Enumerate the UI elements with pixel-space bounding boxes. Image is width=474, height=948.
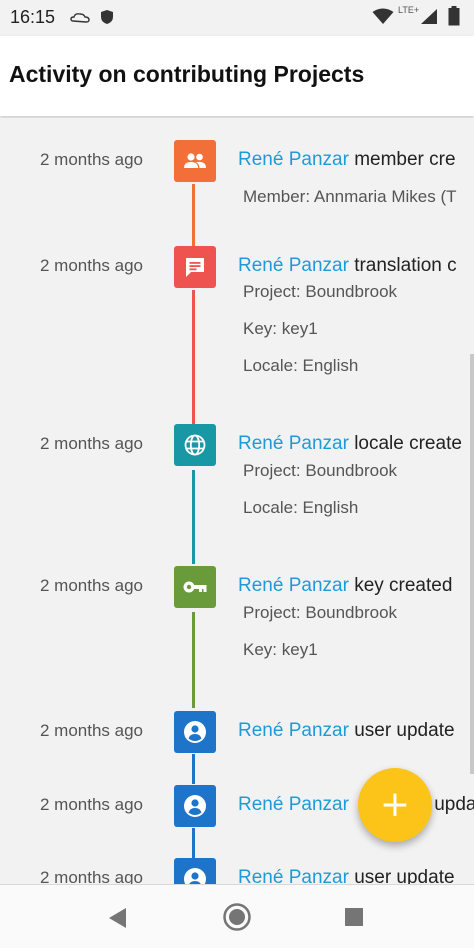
timeline-connector — [192, 754, 195, 784]
user-link[interactable]: René Panzar — [238, 433, 349, 454]
globe-icon — [174, 424, 216, 466]
user-link[interactable]: René Panzar — [238, 720, 349, 741]
account-icon — [174, 858, 216, 884]
activity-action: member cre — [354, 149, 456, 170]
people-icon — [174, 140, 216, 182]
timeline-connector — [192, 828, 195, 858]
status-bar: 16:15 LTE+ — [0, 0, 474, 36]
signal-icon — [420, 8, 438, 30]
cloud-icon — [70, 11, 90, 29]
system-nav-bar — [0, 884, 474, 948]
wifi-icon — [372, 8, 394, 30]
activity-time: 2 months ago — [40, 721, 144, 740]
home-icon[interactable] — [222, 902, 252, 937]
user-link[interactable]: René Panzar — [238, 867, 349, 884]
user-link[interactable]: René Panzar — [238, 794, 349, 815]
activity-detail: Locale: English — [243, 356, 359, 375]
activity-action: user update — [354, 720, 455, 741]
activity-time: 2 months ago — [40, 795, 144, 814]
timeline-connector — [192, 612, 195, 708]
activity-headline: René Panzar translation c — [238, 255, 457, 277]
activity-time: 2 months ago — [40, 434, 144, 453]
network-type: LTE+ — [398, 5, 420, 15]
comment-icon — [174, 246, 216, 288]
add-fab-button[interactable]: + — [358, 768, 432, 842]
activity-headline: René Panzar member cre — [238, 149, 456, 171]
back-icon[interactable] — [108, 907, 128, 934]
activity-time: 2 months ago — [40, 868, 144, 884]
activity-action: translation c — [354, 255, 457, 276]
app-bar: Activity on contributing Projects — [0, 36, 474, 116]
activity-action: user update — [354, 867, 455, 884]
key-icon — [174, 566, 216, 608]
activity-headline: René Panzar key created — [238, 575, 452, 597]
activity-headline: René Panzar user update — [238, 867, 455, 884]
timeline-connector — [192, 470, 195, 564]
activity-detail: Project: Boundbrook — [243, 603, 398, 622]
user-link[interactable]: René Panzar — [238, 255, 349, 276]
activity-detail: Project: Boundbrook — [243, 282, 398, 301]
user-link[interactable]: René Panzar — [238, 575, 349, 596]
status-time: 16:15 — [10, 7, 56, 27]
activity-detail: Key: key1 — [243, 640, 318, 659]
timeline-connector — [192, 290, 195, 424]
plus-icon: + — [379, 784, 411, 825]
page-title: Activity on contributing Projects — [9, 61, 365, 87]
shield-icon — [100, 9, 114, 30]
scrollbar[interactable] — [470, 354, 474, 774]
activity-detail: Member: Annmaria Mikes (T — [243, 187, 457, 206]
activity-time: 2 months ago — [40, 576, 144, 595]
recents-icon[interactable] — [344, 907, 364, 932]
account-icon — [174, 711, 216, 753]
activity-headline: René Panzar update — [238, 794, 474, 816]
user-link[interactable]: René Panzar — [238, 149, 349, 170]
activity-detail: Locale: English — [243, 498, 359, 517]
activity-time: 2 months ago — [40, 256, 144, 275]
activity-detail: Project: Boundbrook — [243, 461, 398, 480]
activity-time: 2 months ago — [40, 150, 144, 169]
activity-headline: René Panzar user update — [238, 720, 455, 742]
activity-headline: René Panzar locale create — [238, 433, 462, 455]
activity-action: locale create — [354, 433, 462, 454]
activity-action: key created — [354, 575, 453, 596]
battery-icon — [448, 6, 460, 31]
activity-action: update — [434, 794, 474, 815]
account-icon — [174, 785, 216, 827]
activity-detail: Key: key1 — [243, 319, 318, 338]
